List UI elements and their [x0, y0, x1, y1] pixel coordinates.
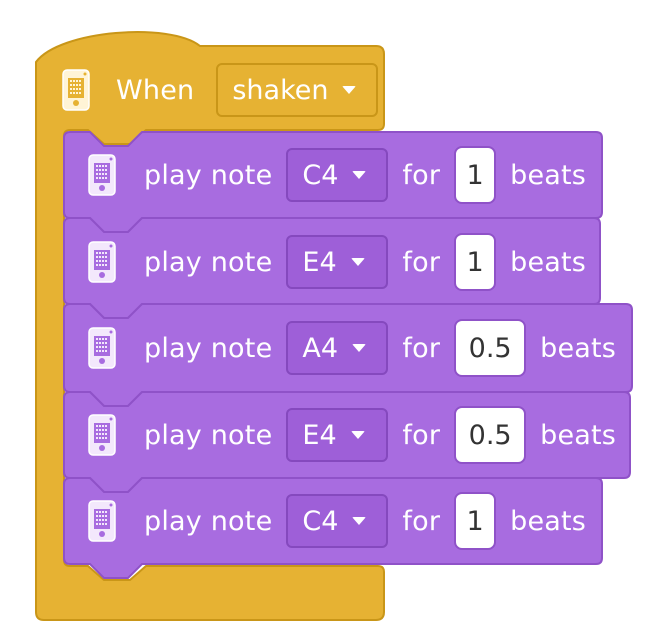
event-dropdown-value: shaken	[232, 74, 329, 106]
note-block-5: play note C4 for 1 beats	[88, 491, 586, 551]
for-label: for	[402, 246, 441, 278]
chevron-down-icon	[350, 431, 365, 439]
chevron-down-icon	[350, 258, 365, 266]
beats-label: beats	[510, 246, 587, 278]
play-note-label: play note	[144, 159, 273, 191]
note-dropdown[interactable]: C4	[286, 494, 389, 548]
for-label: for	[402, 505, 441, 537]
beats-input[interactable]: 0.5	[454, 406, 527, 464]
for-label: for	[402, 419, 441, 451]
beats-label: beats	[540, 419, 617, 451]
note-dropdown-value: C4	[302, 505, 339, 537]
device-icon	[88, 500, 116, 542]
note-dropdown-value: E4	[302, 419, 337, 451]
beats-label: beats	[510, 159, 587, 191]
beats-input[interactable]: 1	[454, 233, 497, 291]
note-dropdown-value: E4	[302, 246, 337, 278]
note-dropdown[interactable]: E4	[286, 235, 389, 289]
play-note-label: play note	[144, 246, 273, 278]
chevron-down-icon	[352, 344, 367, 352]
beats-label: beats	[510, 505, 587, 537]
note-block-1: play note C4 for 1 beats	[88, 145, 586, 205]
beats-input[interactable]: 1	[454, 146, 497, 204]
beats-label: beats	[540, 332, 617, 364]
device-icon	[62, 69, 90, 111]
device-icon	[88, 154, 116, 196]
hat-block-content: When shaken	[62, 60, 379, 120]
chevron-down-icon	[352, 517, 367, 525]
for-label: for	[402, 159, 441, 191]
note-block-4: play note E4 for 0.5 beats	[88, 405, 616, 465]
code-canvas: When shaken play note C4 for 1 beats pla…	[0, 0, 648, 640]
beats-input[interactable]: 1	[454, 492, 497, 550]
play-note-label: play note	[144, 419, 273, 451]
note-block-3: play note A4 for 0.5 beats	[88, 318, 616, 378]
for-label: for	[402, 332, 441, 364]
device-icon	[88, 414, 116, 456]
note-dropdown-value: C4	[302, 159, 339, 191]
chevron-down-icon	[342, 86, 357, 94]
play-note-label: play note	[144, 505, 273, 537]
note-block-2: play note E4 for 1 beats	[88, 232, 586, 292]
note-dropdown[interactable]: A4	[286, 321, 389, 375]
note-dropdown-value: A4	[302, 332, 339, 364]
event-dropdown[interactable]: shaken	[216, 63, 379, 117]
note-dropdown[interactable]: E4	[286, 408, 389, 462]
chevron-down-icon	[352, 171, 367, 179]
note-dropdown[interactable]: C4	[286, 148, 389, 202]
device-icon	[88, 241, 116, 283]
device-icon	[88, 327, 116, 369]
play-note-label: play note	[144, 332, 273, 364]
when-label: When	[116, 74, 195, 106]
beats-input[interactable]: 0.5	[454, 319, 527, 377]
